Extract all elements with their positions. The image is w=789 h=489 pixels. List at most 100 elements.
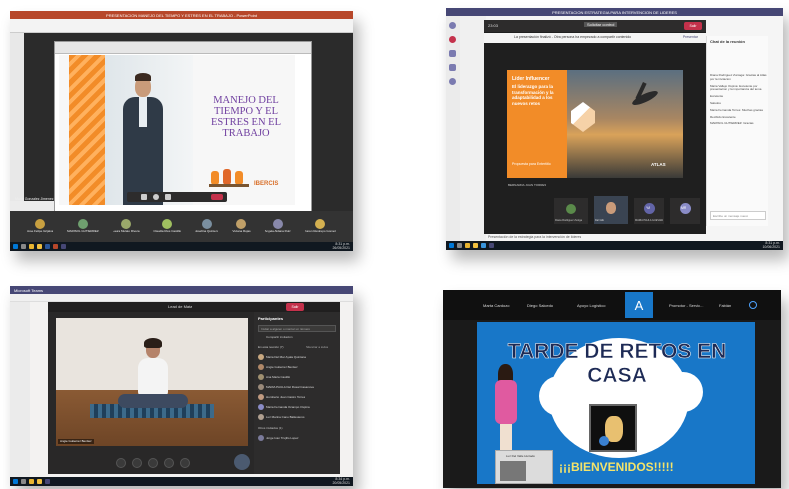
- active-speaker-tile[interactable]: A: [625, 292, 653, 318]
- businessman-hair: [135, 73, 151, 81]
- calendar-icon[interactable]: [449, 64, 456, 71]
- participant-tile[interactable]: Karen Restrepo Gomez: [305, 219, 336, 234]
- participant-name: Maria Fernanda Ocampo Ospina: [266, 404, 310, 409]
- teams-icon[interactable]: [449, 50, 456, 57]
- view-options-icon[interactable]: [749, 301, 757, 309]
- invite-placeholder: Invitar a alguien o marcar un número: [261, 327, 311, 331]
- folder-icon[interactable]: [37, 479, 42, 484]
- powerpoint-icon[interactable]: [53, 244, 58, 249]
- participant-name[interactable]: Marta Cardozo: [483, 303, 527, 308]
- taskbar-clock: 8:31 p.m. 10/06/2021: [762, 241, 780, 249]
- folder-icon[interactable]: [473, 243, 478, 248]
- activity-icon[interactable]: [449, 22, 456, 29]
- participant-name[interactable]: Promotor - Servic...: [669, 303, 719, 308]
- participant-name[interactable]: Fabián: [719, 303, 749, 308]
- participant-tile[interactable]: Jose Felipe Grijalva: [27, 219, 53, 234]
- invite-input[interactable]: Invitar a alguien o marcar un número: [258, 325, 336, 332]
- folder-icon[interactable]: [37, 244, 42, 249]
- participant-row[interactable]: Luz Marina Cano Ballesteros: [258, 412, 338, 422]
- edge-icon[interactable]: [481, 243, 486, 248]
- participant-row[interactable]: Angie Gutierrez Benitez: [258, 362, 338, 372]
- participant-avatar: [121, 219, 132, 229]
- participant-row[interactable]: Maria Del Mar Ayala Quintana: [258, 352, 338, 362]
- window-title: PRESENTACION ESTRATEGIA PARA INTERVENCIO…: [552, 9, 677, 15]
- participant-tile[interactable]: Viviana Rojas: [232, 219, 251, 234]
- game-ball-icon: [599, 436, 609, 446]
- participant-name[interactable]: Diego Salcedo: [527, 303, 577, 308]
- video-tile-strip: Diana Rodriguez Zuniga Dal Gilio YA MARI…: [484, 196, 706, 228]
- video-name-label: Angie Gutierrez Benitez: [58, 439, 94, 444]
- word-icon[interactable]: [45, 244, 50, 249]
- leave-label: Salir: [689, 24, 697, 28]
- chrome-icon[interactable]: [29, 244, 34, 249]
- participant-name: Dal Gilio: [595, 219, 605, 222]
- raise-hand-button[interactable]: [180, 458, 190, 468]
- teams-header-bar: [10, 294, 353, 302]
- chat-icon[interactable]: [449, 36, 456, 43]
- participant-avatar: [201, 219, 212, 229]
- participant-tile[interactable]: Laura Mulato Rivera: [113, 219, 140, 234]
- participant-tile[interactable]: MARISOL GUTIERREZ: [67, 219, 99, 234]
- video-tile[interactable]: Diana Rodriguez Zuniga: [554, 198, 588, 224]
- present-button[interactable]: Presentar: [683, 35, 698, 40]
- screenshot-collage: PRESENTACION MANEJO DEL TIEMPO Y ESTRES …: [0, 0, 789, 489]
- chat-input-box[interactable]: Escribe un mensaje nuevo: [710, 211, 766, 220]
- share-icon[interactable]: [165, 194, 171, 200]
- participant-row[interactable]: Maria Fernanda Ocampo Ospina: [258, 402, 338, 412]
- participant-tile[interactable]: Angela Aldana Ruiz: [265, 219, 291, 234]
- slide-logo: IBERCIS: [254, 181, 279, 187]
- microphone-button[interactable]: [132, 458, 142, 468]
- businessman-shirt: [139, 97, 147, 127]
- participant-name: Luz Marina Cano Ballesteros: [266, 414, 305, 419]
- slide-photo: [105, 55, 193, 205]
- teams-app-rail: [10, 302, 30, 477]
- search-icon[interactable]: [21, 479, 26, 484]
- calls-icon[interactable]: [449, 78, 456, 85]
- participant-name: Viviana Rojas: [232, 229, 251, 233]
- request-control-button[interactable]: Solicitar control: [584, 22, 618, 27]
- video-tile[interactable]: YA MARIA PAULA GUEVARA: [634, 198, 664, 224]
- more-options-button[interactable]: [164, 458, 174, 468]
- video-tile[interactable]: MR: [670, 198, 700, 224]
- share-invite-button[interactable]: Compartir invitación: [266, 335, 293, 340]
- teams-icon[interactable]: [61, 244, 66, 249]
- camera-button[interactable]: [116, 458, 126, 468]
- windows-start-icon[interactable]: [449, 243, 454, 248]
- slide-logo: ATLAS: [651, 162, 666, 167]
- chat-message: Diana Rodriguez Zuniaga: Gracias al Atla…: [710, 73, 767, 81]
- mic-icon[interactable]: [153, 194, 159, 200]
- participant-avatar: [35, 219, 46, 229]
- chrome-icon[interactable]: [29, 479, 34, 484]
- participant-row[interactable]: Humberto Juan Castro Torres: [258, 392, 338, 402]
- teams-icon[interactable]: [45, 479, 50, 484]
- presenter-label: BERNARDA JUAN TORRES: [508, 183, 547, 187]
- camera-icon[interactable]: [141, 194, 147, 200]
- mute-all-button[interactable]: Silenciar a todos: [306, 345, 328, 350]
- participant-row[interactable]: MARIA PAULA Del Rosal Casanova: [258, 382, 338, 392]
- share-screen-button[interactable]: [148, 458, 158, 468]
- participants-header: Participantes: [258, 316, 284, 321]
- presenting-notice: La presentación finalizó - Otra persona …: [514, 35, 632, 39]
- participant-avatar: [315, 219, 326, 229]
- windows-start-icon[interactable]: [13, 479, 18, 484]
- participant-tile[interactable]: Claudia Rios Castillo: [153, 219, 181, 234]
- leave-call-button[interactable]: [211, 194, 223, 200]
- participant-tile[interactable]: Josefina Quintero: [195, 219, 218, 234]
- search-icon[interactable]: [21, 244, 26, 249]
- participant-row[interactable]: Ana Maria Castillo: [258, 372, 338, 382]
- welcome-text: ¡¡¡BIENVENIDOS!!!!!: [559, 460, 674, 474]
- participant-name[interactable]: Apoyo Logístico: [577, 303, 625, 308]
- windows-start-icon[interactable]: [13, 244, 18, 249]
- chrome-icon[interactable]: [465, 243, 470, 248]
- leave-button[interactable]: Salir: [286, 303, 304, 311]
- leave-label: Salir: [291, 305, 299, 309]
- teams-icon[interactable]: [489, 243, 494, 248]
- leave-button[interactable]: Salir: [684, 22, 702, 30]
- video-tile[interactable]: Dal Gilio: [594, 196, 628, 224]
- window-titlebar: PRESENTACION MANEJO DEL TIEMPO Y ESTRES …: [10, 11, 353, 19]
- search-icon[interactable]: [457, 243, 462, 248]
- zoom-participant-bar: Marta Cardozo Diego Salcedo Apoyo Logíst…: [443, 290, 781, 320]
- slide-footer: Propuesta para Entertitlo: [512, 162, 551, 166]
- others-header: Otros invitados (1): [258, 426, 283, 430]
- participant-row[interactable]: Jorge Ivan Trujillo Lopez: [258, 433, 299, 443]
